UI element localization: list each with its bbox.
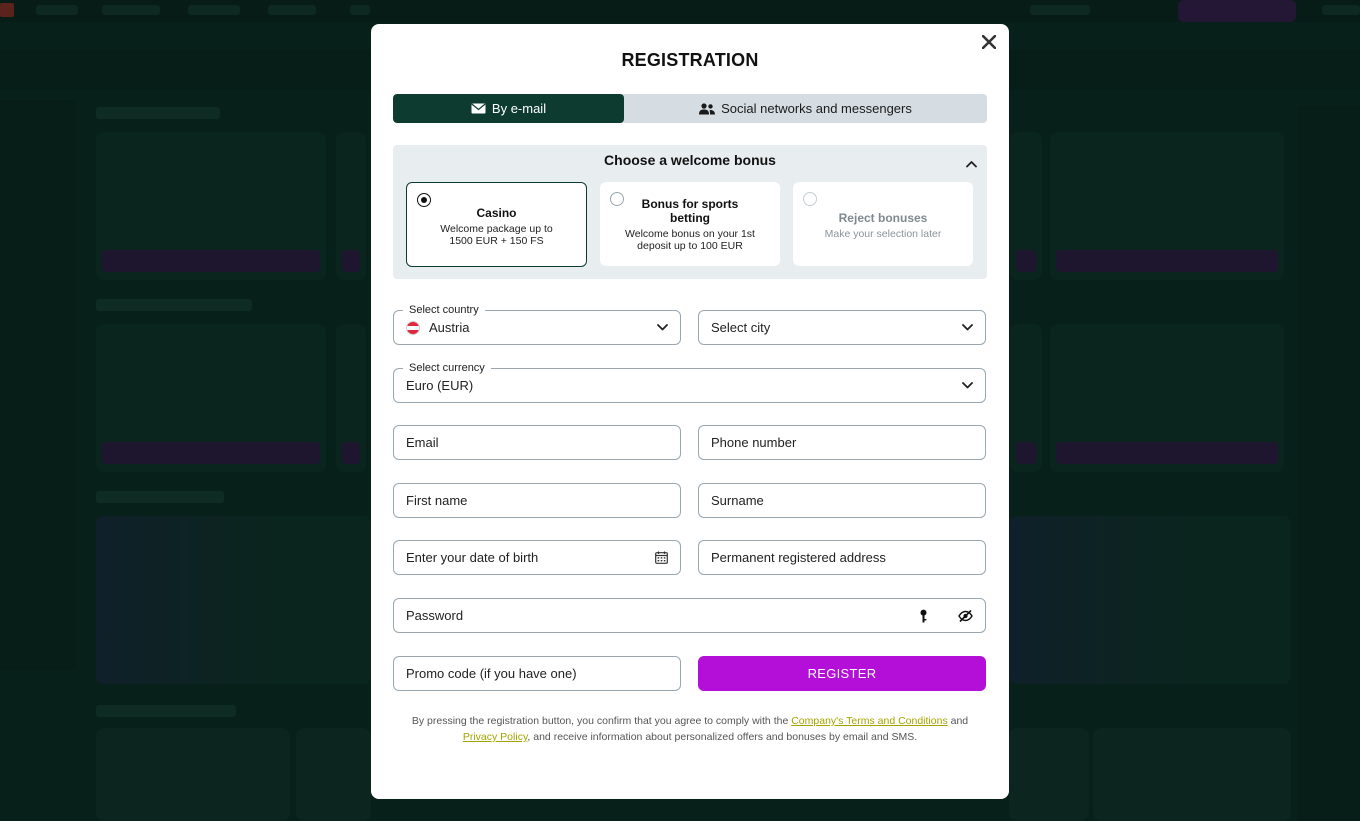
country-label: Select country [403,303,485,317]
tab-by-email[interactable]: By e-mail [393,94,624,123]
legal-text-3: , and receive information about personal… [527,731,918,743]
bonus-option-desc: Welcome bonus on your 1st deposit up to … [625,228,755,252]
eye-slash-icon[interactable] [958,609,973,622]
welcome-bonus-title: Choose a welcome bonus [604,152,776,168]
registration-modal: REGISTRATION By e-mail Social networks a… [371,24,1009,799]
legal-notice: By pressing the registration button, you… [401,713,979,745]
password-placeholder: Password [406,608,464,623]
privacy-link[interactable]: Privacy Policy [463,731,528,743]
chevron-down-icon [657,324,668,331]
email-field[interactable]: Email [393,425,681,460]
phone-placeholder: Phone number [711,435,797,450]
austria-flag-icon [406,320,420,335]
bonus-option-name: Bonus for sports betting [641,197,739,225]
bonus-radio-casino[interactable] [417,193,431,207]
chevron-up-icon [966,161,977,168]
collapse-bonus-button[interactable] [966,155,977,173]
promo-placeholder: Promo code (if you have one) [406,666,577,681]
surname-field[interactable]: Surname [698,483,986,518]
key-icon[interactable] [919,609,928,623]
welcome-bonus-panel: Choose a welcome bonus Casino Welcome pa… [393,145,987,279]
legal-text-1: By pressing the registration button, you… [411,715,789,727]
city-placeholder: Select city [711,320,771,335]
bonus-radio-sports[interactable] [610,192,624,206]
registration-tabs: By e-mail Social networks and messengers [393,94,987,123]
address-placeholder: Permanent registered address [711,550,886,565]
surname-placeholder: Surname [711,493,764,508]
email-placeholder: Email [406,435,439,450]
currency-select[interactable]: Select currency Euro (EUR) [393,361,986,403]
modal-title: REGISTRATION [621,50,759,70]
currency-label: Select currency [403,361,491,375]
bonus-option-name: Reject bonuses [838,211,928,225]
terms-link[interactable]: Company's Terms and Conditions [791,715,947,727]
calendar-icon[interactable] [655,551,668,564]
password-field[interactable]: Password [393,598,986,633]
bonus-radio-reject[interactable] [803,192,817,206]
bonus-option-sports[interactable]: Bonus for sports betting Welcome bonus o… [600,182,780,266]
dob-placeholder: Enter your date of birth [406,550,539,565]
address-field[interactable]: Permanent registered address [698,540,986,575]
bonus-option-name: Casino [476,206,517,220]
bonus-option-reject[interactable]: Reject bonuses Make your selection later [793,182,973,266]
chevron-down-icon [962,324,973,331]
city-select[interactable]: Select city [698,310,986,345]
promo-code-field[interactable]: Promo code (if you have one) [393,656,681,691]
chevron-down-icon [962,382,973,389]
first-name-field[interactable]: First name [393,483,681,518]
tab-by-email-label: By e-mail [491,101,547,116]
bonus-option-desc: Welcome package up to 1500 EUR + 150 FS [440,223,553,247]
bonus-option-casino[interactable]: Casino Welcome package up to 1500 EUR + … [406,182,587,267]
date-of-birth-field[interactable]: Enter your date of birth [393,540,681,575]
bonus-option-desc: Make your selection later [824,228,942,240]
tab-social-networks[interactable]: Social networks and messengers [624,94,987,123]
envelope-icon [471,103,486,114]
legal-text-2: and [950,715,969,727]
register-button[interactable]: REGISTER [698,656,986,691]
tab-social-networks-label: Social networks and messengers [721,101,912,116]
currency-value: Euro (EUR) [406,378,474,393]
first-name-placeholder: First name [406,493,468,508]
country-select[interactable]: Select country Austria [393,303,681,345]
country-value: Austria [429,320,470,335]
users-icon [699,102,716,114]
close-icon [982,35,996,49]
phone-field[interactable]: Phone number [698,425,986,460]
